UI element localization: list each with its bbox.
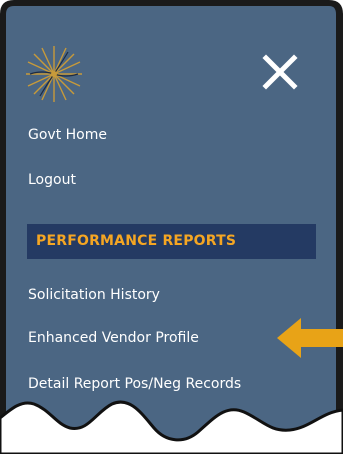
arrow-left-icon — [277, 318, 343, 358]
close-icon[interactable] — [258, 50, 302, 94]
section-header-performance-reports: PERFORMANCE REPORTS — [27, 224, 316, 259]
menu-item-detail-report[interactable]: Detail Report Pos/Neg Records — [28, 376, 241, 392]
menu-item-code-report[interactable]: Code R — [104, 421, 154, 437]
menu-item-govt-home[interactable]: Govt Home — [28, 127, 107, 143]
starburst-logo-icon — [26, 46, 82, 102]
section-header-label: PERFORMANCE REPORTS — [36, 233, 237, 249]
menu-item-solicitation-history[interactable]: Solicitation History — [28, 287, 160, 303]
navigation-menu-panel: Govt Home Logout PERFORMANCE REPORTS Sol… — [0, 0, 343, 454]
menu-item-enhanced-vendor-profile[interactable]: Enhanced Vendor Profile — [28, 330, 199, 346]
menu-item-logout[interactable]: Logout — [28, 172, 76, 188]
